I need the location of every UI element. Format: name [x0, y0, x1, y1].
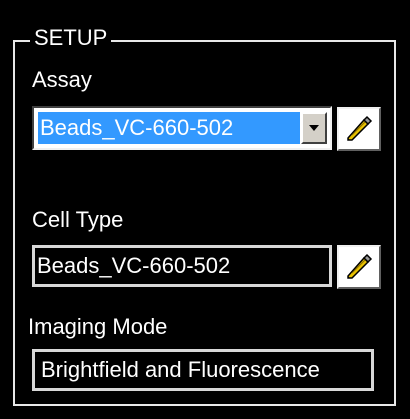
setup-title: SETUP	[30, 24, 112, 52]
chevron-down-icon	[309, 125, 319, 131]
cell-type-label: Cell Type	[32, 207, 124, 232]
assay-dropdown[interactable]: Beads_VC-660-502	[32, 106, 332, 150]
imaging-mode-label: Imaging Mode	[28, 314, 168, 339]
edit-assay-button[interactable]	[337, 107, 381, 151]
pencil-icon	[347, 115, 373, 141]
imaging-mode-field: Brightfield and Fluorescence	[32, 349, 374, 391]
assay-dropdown-button[interactable]	[301, 112, 327, 144]
edit-cell-type-button[interactable]	[337, 245, 381, 289]
assay-label: Assay	[32, 67, 92, 92]
pencil-icon	[347, 253, 373, 279]
assay-selected-value[interactable]: Beads_VC-660-502	[38, 112, 300, 144]
cell-type-field: Beads_VC-660-502	[32, 245, 332, 287]
setup-panel: SETUP Assay Beads_VC-660-502 Cell Type B…	[0, 0, 410, 419]
